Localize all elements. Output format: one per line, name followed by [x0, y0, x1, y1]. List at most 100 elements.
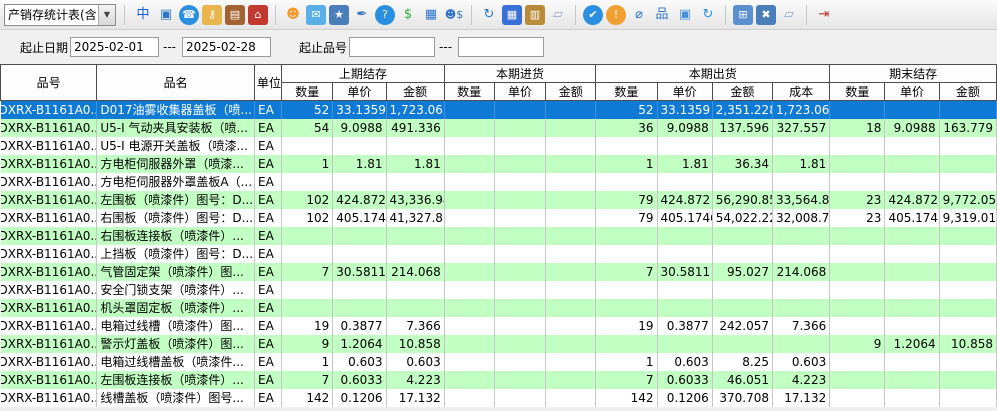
cell-in-qty[interactable] — [444, 155, 494, 173]
cell-item-no[interactable]: DXRX-B1161A0... — [1, 119, 97, 137]
cell-end-qty[interactable] — [830, 245, 885, 263]
cell-prev-qty[interactable]: 1 — [282, 353, 333, 371]
cell-out-cost[interactable] — [772, 335, 829, 353]
cell-out-cost[interactable]: 1,723.065 — [772, 101, 829, 119]
cell-end-amount[interactable]: 10.858 — [939, 335, 996, 353]
cell-prev-amount[interactable]: 7.366 — [386, 317, 444, 335]
cell-item-name[interactable]: 电箱过线槽盖板（喷漆件... — [97, 353, 255, 371]
cell-in-price[interactable] — [494, 335, 545, 353]
cell-unit[interactable]: EA — [255, 317, 282, 335]
sitemap-icon[interactable]: 品 — [652, 5, 672, 25]
table-row[interactable]: DXRX-B1161A0...方电柜伺服器外罩（喷漆...EA11.811.81… — [1, 155, 997, 173]
table-row[interactable]: DXRX-B1161A0...右围板（喷漆件）图号：D...EA102405.1… — [1, 209, 997, 227]
cell-out-qty[interactable]: 79 — [596, 209, 657, 227]
table-row[interactable]: DXRX-B1161A0...U5-I 气动夹具安装板（喷...EA549.09… — [1, 119, 997, 137]
cell-out-cost[interactable]: 4.223 — [772, 371, 829, 389]
cell-item-no[interactable]: DXRX-B1161A0... — [1, 137, 97, 155]
cell-prev-amount[interactable]: 4.223 — [386, 371, 444, 389]
cell-end-amount[interactable] — [939, 371, 996, 389]
cell-end-price[interactable] — [885, 389, 939, 407]
cell-prev-amount[interactable]: 43,336.946 — [386, 191, 444, 209]
cell-prev-amount[interactable]: 1.81 — [386, 155, 444, 173]
cell-prev-qty[interactable]: 102 — [282, 209, 333, 227]
cell-out-price[interactable]: 0.6033 — [657, 371, 712, 389]
cell-prev-price[interactable]: 9.0988 — [333, 119, 386, 137]
cell-out-price[interactable] — [657, 137, 712, 155]
cell-out-qty[interactable]: 79 — [596, 191, 657, 209]
cell-prev-price[interactable] — [333, 245, 386, 263]
table-row[interactable]: DXRX-B1161A0...右围板连接板（喷漆件）...EA — [1, 227, 997, 245]
cell-end-amount[interactable] — [939, 299, 996, 317]
table-row[interactable]: DXRX-B1161A0...D017油雾收集器盖板（喷...EA5233.13… — [1, 101, 997, 119]
cell-in-amount[interactable] — [546, 137, 596, 155]
cell-prev-qty[interactable] — [282, 245, 333, 263]
cell-prev-qty[interactable]: 52 — [282, 101, 333, 119]
cell-item-no[interactable]: DXRX-B1161A0... — [1, 371, 97, 389]
cell-item-no[interactable]: DXRX-B1161A0... — [1, 227, 97, 245]
table-row[interactable]: DXRX-B1161A0...电箱过线槽盖板（喷漆件...EA10.6030.6… — [1, 353, 997, 371]
cell-in-amount[interactable] — [546, 317, 596, 335]
cell-out-qty[interactable] — [596, 137, 657, 155]
table-row[interactable]: DXRX-B1161A0...气管固定架（喷漆件）图...EA730.58112… — [1, 263, 997, 281]
table-row[interactable]: DXRX-B1161A0...左围板（喷漆件）图号：D...EA102424.8… — [1, 191, 997, 209]
cell-out-qty[interactable]: 36 — [596, 119, 657, 137]
close-window-icon[interactable]: ✖ — [756, 5, 776, 25]
cell-unit[interactable]: EA — [255, 173, 282, 191]
cell-in-amount[interactable] — [546, 173, 596, 191]
cell-out-price[interactable] — [657, 173, 712, 191]
cell-item-no[interactable]: DXRX-B1161A0... — [1, 101, 97, 119]
cell-prev-amount[interactable]: 491.336 — [386, 119, 444, 137]
cell-out-cost[interactable]: 7.366 — [772, 317, 829, 335]
cell-item-name[interactable]: 上挡板（喷漆件）图号：D... — [97, 245, 255, 263]
archive-box-icon[interactable]: ▥ — [525, 5, 545, 25]
cell-in-qty[interactable] — [444, 101, 494, 119]
cell-in-qty[interactable] — [444, 317, 494, 335]
cell-out-amount[interactable]: 54,022.228 — [712, 209, 772, 227]
cell-in-qty[interactable] — [444, 245, 494, 263]
cell-unit[interactable]: EA — [255, 371, 282, 389]
toolbox-icon[interactable]: ▤ — [225, 5, 245, 25]
cell-in-qty[interactable] — [444, 119, 494, 137]
cell-prev-qty[interactable] — [282, 299, 333, 317]
copy-docs-icon[interactable]: ▱ — [548, 5, 568, 25]
cell-prev-price[interactable]: 33.1359 — [333, 101, 386, 119]
cell-item-no[interactable]: DXRX-B1161A0... — [1, 155, 97, 173]
cell-in-qty[interactable] — [444, 227, 494, 245]
cell-out-amount[interactable]: 95.027 — [712, 263, 772, 281]
cell-out-price[interactable]: 405.1746 — [657, 209, 712, 227]
cell-end-qty[interactable] — [830, 101, 885, 119]
cell-end-amount[interactable] — [939, 317, 996, 335]
cell-out-amount[interactable] — [712, 281, 772, 299]
cell-item-no[interactable]: DXRX-B1161A0... — [1, 191, 97, 209]
cell-end-qty[interactable] — [830, 155, 885, 173]
cell-in-price[interactable] — [494, 353, 545, 371]
cell-prev-price[interactable] — [333, 299, 386, 317]
cell-end-qty[interactable] — [830, 227, 885, 245]
cell-out-price[interactable]: 0.3877 — [657, 317, 712, 335]
cell-unit[interactable]: EA — [255, 245, 282, 263]
cell-unit[interactable]: EA — [255, 209, 282, 227]
cell-end-qty[interactable] — [830, 389, 885, 407]
users-icon[interactable]: ☻ — [283, 5, 303, 25]
cell-in-qty[interactable] — [444, 173, 494, 191]
cell-prev-price[interactable]: 0.3877 — [333, 317, 386, 335]
cell-in-price[interactable] — [494, 191, 545, 209]
date-to-input[interactable] — [182, 37, 271, 57]
cell-in-price[interactable] — [494, 137, 545, 155]
cell-end-qty[interactable] — [830, 353, 885, 371]
cell-in-qty[interactable] — [444, 371, 494, 389]
translate-icon[interactable]: 中 — [133, 5, 153, 25]
cell-in-qty[interactable] — [444, 353, 494, 371]
cell-end-price[interactable] — [885, 299, 939, 317]
cell-out-cost[interactable]: 327.557 — [772, 119, 829, 137]
cell-in-amount[interactable] — [546, 389, 596, 407]
cell-out-price[interactable]: 1.81 — [657, 155, 712, 173]
cell-in-amount[interactable] — [546, 101, 596, 119]
cascade-windows-icon[interactable]: ▱ — [779, 5, 799, 25]
item-to-input[interactable] — [458, 37, 544, 57]
cell-item-no[interactable]: DXRX-B1161A0... — [1, 245, 97, 263]
cell-in-amount[interactable] — [546, 155, 596, 173]
cell-item-name[interactable]: U5-I 气动夹具安装板（喷... — [97, 119, 255, 137]
cell-item-no[interactable]: DXRX-B1161A0... — [1, 209, 97, 227]
cell-item-name[interactable]: 气管固定架（喷漆件）图... — [97, 263, 255, 281]
